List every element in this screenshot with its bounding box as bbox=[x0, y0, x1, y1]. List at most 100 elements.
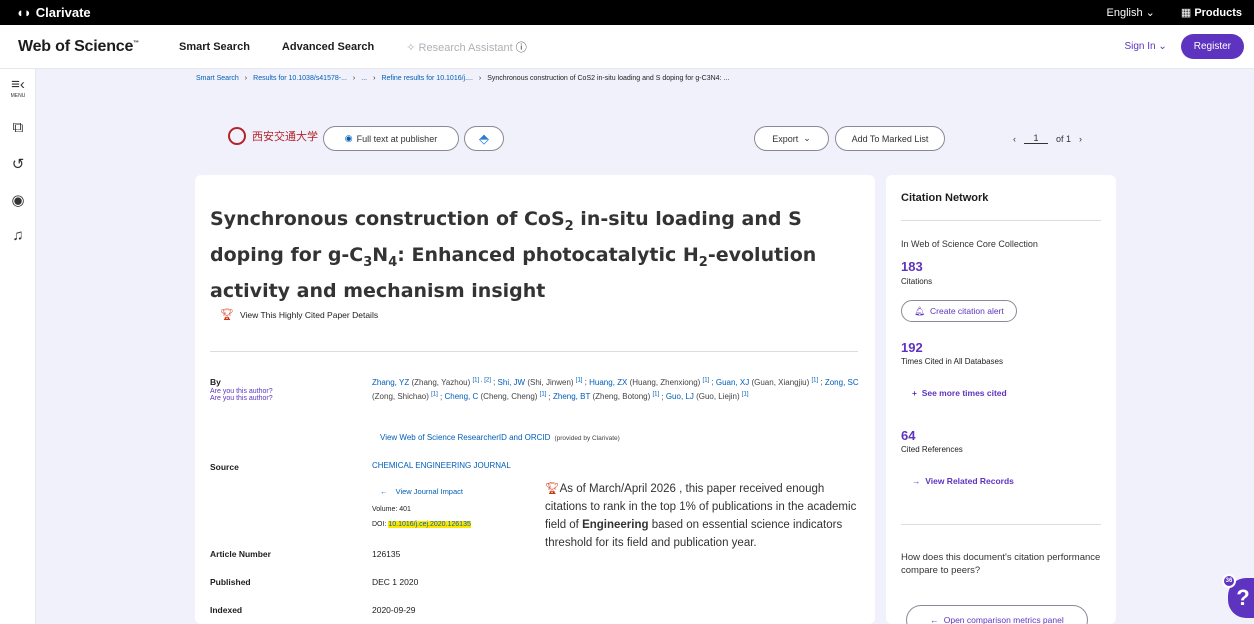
author-list: Zhang, YZ (Zhang, Yazhou) [1] , [2] ; Sh… bbox=[372, 377, 859, 402]
nav-research-assistant[interactable]: ✧ Research Assistant ⓘ bbox=[406, 39, 527, 55]
author-entry: Zheng, BT (Zheng, Botong) [1] bbox=[553, 392, 659, 402]
open-comparison-button[interactable]: ← Open comparison metrics panel bbox=[906, 605, 1088, 624]
author-link[interactable]: Shi, JW bbox=[498, 378, 526, 387]
menu-icon[interactable]: ≡‹ bbox=[0, 76, 36, 93]
citation-network-panel: Citation Network In Web of Science Core … bbox=[886, 175, 1116, 624]
article-number: 126135 bbox=[372, 549, 401, 559]
bell-icon: 🔔︎ bbox=[914, 305, 926, 316]
page-input[interactable]: 1 bbox=[1024, 133, 1048, 144]
next-icon[interactable]: › bbox=[1079, 134, 1082, 144]
institution-logo: 西安交通大学 bbox=[228, 127, 318, 145]
record-card: Synchronous construction of CoS2 in-situ… bbox=[195, 175, 875, 624]
unpaywall-button[interactable]: ⬘ bbox=[464, 126, 504, 151]
view-related-records-link[interactable]: → View Related Records bbox=[912, 476, 1014, 486]
bell-icon[interactable]: ♫ bbox=[0, 227, 36, 244]
author-link[interactable]: Cheng, C bbox=[444, 392, 478, 401]
divider bbox=[210, 351, 858, 352]
divider bbox=[901, 220, 1101, 221]
affiliation-ref[interactable]: [1] bbox=[431, 392, 438, 398]
author-link[interactable]: Zheng, BT bbox=[553, 392, 590, 401]
author-full-name: (Zong, Shichao) bbox=[372, 392, 432, 402]
trophy-icon: 🏆︎ bbox=[545, 483, 560, 495]
left-rail: ≡‹ MENU ⧉ ↺ ◉ ♫ bbox=[0, 69, 36, 624]
author-full-name: (Zheng, Botong) bbox=[590, 392, 653, 402]
grid-icon: ▦ bbox=[1180, 7, 1195, 19]
author-link[interactable]: Zong, SC bbox=[825, 378, 859, 387]
author-full-name: (Guo, Liejin) bbox=[693, 392, 742, 402]
author-entry: Cheng, C (Cheng, Cheng) [1] bbox=[444, 392, 547, 402]
indexed-label: Indexed bbox=[210, 605, 243, 615]
full-text-button[interactable]: ◉ Full text at publisher bbox=[323, 126, 459, 151]
trophy-icon: 🏆︎ bbox=[220, 309, 234, 321]
cited-references-count[interactable]: 64 bbox=[901, 428, 915, 443]
wos-logo[interactable]: Web of Science™ bbox=[18, 38, 139, 56]
clarivate-topbar: ◖◗ Clarivate English ⌄ ▦ Products bbox=[0, 0, 1254, 25]
journal-impact-link[interactable]: ← View Journal Impact bbox=[380, 487, 463, 496]
are-you-author-link-1[interactable]: Are you this author? bbox=[210, 388, 273, 395]
doi-link[interactable]: 10.1016/j.cej.2020.126135 bbox=[388, 521, 471, 528]
cited-references-label: Cited References bbox=[901, 445, 963, 454]
highly-cited-link[interactable]: 🏆︎ View This Highly Cited Paper Details bbox=[220, 308, 378, 321]
marked-list-icon[interactable]: ⧉ bbox=[0, 119, 36, 136]
author-link[interactable]: Guo, LJ bbox=[666, 392, 694, 401]
affiliation-ref[interactable]: [1] , [2] bbox=[473, 377, 491, 383]
times-cited-label: Times Cited in All Databases bbox=[901, 357, 1003, 366]
author-full-name: (Huang, Zhenxiong) bbox=[627, 377, 703, 387]
prev-icon[interactable]: ‹ bbox=[1013, 134, 1016, 144]
author-link[interactable]: Guan, XJ bbox=[716, 378, 749, 387]
affiliation-ref[interactable]: [1] bbox=[652, 392, 659, 398]
language-selector[interactable]: English ⌄ bbox=[1107, 6, 1155, 19]
author-entry: Guan, XJ (Guan, Xiangjiu) [1] bbox=[716, 377, 819, 387]
breadcrumb-results[interactable]: Results for 10.1038/s41578-... bbox=[253, 75, 347, 82]
author-full-name: (Cheng, Cheng) bbox=[478, 392, 540, 402]
citations-count[interactable]: 183 bbox=[901, 259, 923, 274]
orcid-link[interactable]: View Web of Science ResearcherID and ORC… bbox=[380, 433, 550, 442]
affiliation-ref[interactable]: [1] bbox=[703, 377, 710, 383]
notification-badge: 36 bbox=[1222, 574, 1236, 588]
author-full-name: (Zhang, Yazhou) bbox=[409, 377, 473, 387]
affiliation-ref[interactable]: [1] bbox=[576, 377, 583, 383]
volume: Volume: 401 bbox=[372, 506, 411, 513]
arrow-left-icon: ← bbox=[930, 615, 939, 624]
source-label: Source bbox=[210, 462, 239, 472]
author-full-name: (Shi, Jinwen) bbox=[525, 377, 576, 387]
core-collection-label: In Web of Science Core Collection bbox=[901, 239, 1038, 249]
author-link[interactable]: Huang, ZX bbox=[589, 378, 627, 387]
author-full-name: (Guan, Xiangjiu) bbox=[749, 377, 812, 387]
breadcrumb-ellipsis[interactable]: ... bbox=[361, 75, 367, 82]
breadcrumb-current: Synchronous construction of CoS2 in-situ… bbox=[487, 75, 730, 82]
wos-header: Web of Science™ Smart Search Advanced Se… bbox=[0, 25, 1254, 69]
published-label: Published bbox=[210, 577, 251, 587]
compare-question: How does this document's citation perfor… bbox=[901, 552, 1101, 576]
orcid-row: View Web of Science ResearcherID and ORC… bbox=[380, 433, 620, 442]
affiliation-ref[interactable]: [1] bbox=[540, 392, 547, 398]
help-widget[interactable]: 36 ? bbox=[1222, 574, 1254, 618]
history-icon[interactable]: ↺ bbox=[0, 155, 36, 173]
affiliation-ref[interactable]: [1] bbox=[742, 392, 749, 398]
create-citation-alert-button[interactable]: 🔔︎ Create citation alert bbox=[901, 300, 1017, 322]
doi: DOI: 10.1016/j.cej.2020.126135 bbox=[372, 521, 471, 528]
products-menu[interactable]: ▦ Products bbox=[1181, 6, 1242, 19]
by-label: By bbox=[210, 377, 221, 387]
times-cited-count[interactable]: 192 bbox=[901, 340, 923, 355]
journal-link[interactable]: CHEMICAL ENGINEERING JOURNAL bbox=[372, 461, 511, 470]
breadcrumb-refine[interactable]: Refine results for 10.1016/j.... bbox=[381, 75, 472, 82]
seal-icon bbox=[228, 127, 246, 145]
highly-cited-tooltip: 🏆︎As of March/April 2026 , this paper re… bbox=[545, 483, 857, 549]
citation-network-heading: Citation Network bbox=[901, 192, 989, 204]
nav-smart-search[interactable]: Smart Search bbox=[179, 41, 250, 53]
author-entry: Zhang, YZ (Zhang, Yazhou) [1] , [2] bbox=[372, 377, 491, 387]
register-button[interactable]: Register bbox=[1180, 34, 1244, 59]
author-link[interactable]: Zhang, YZ bbox=[372, 378, 409, 387]
are-you-author-link-2[interactable]: Are you this author? bbox=[210, 395, 273, 402]
clarivate-logo[interactable]: ◖◗ Clarivate bbox=[16, 5, 91, 20]
see-more-times-cited-link[interactable]: + See more times cited bbox=[912, 388, 1007, 398]
breadcrumb-smart-search[interactable]: Smart Search bbox=[196, 75, 239, 82]
sign-in-link[interactable]: Sign In ⌄ bbox=[1124, 41, 1166, 52]
add-to-marked-list-button[interactable]: Add To Marked List bbox=[835, 126, 945, 151]
nav-advanced-search[interactable]: Advanced Search bbox=[282, 41, 374, 53]
author-entry: Guo, LJ (Guo, Liejin) [1] bbox=[666, 392, 749, 402]
export-button[interactable]: Export ⌄ bbox=[754, 126, 829, 151]
profile-icon[interactable]: ◉ bbox=[0, 191, 36, 209]
affiliation-ref[interactable]: [1] bbox=[812, 377, 819, 383]
